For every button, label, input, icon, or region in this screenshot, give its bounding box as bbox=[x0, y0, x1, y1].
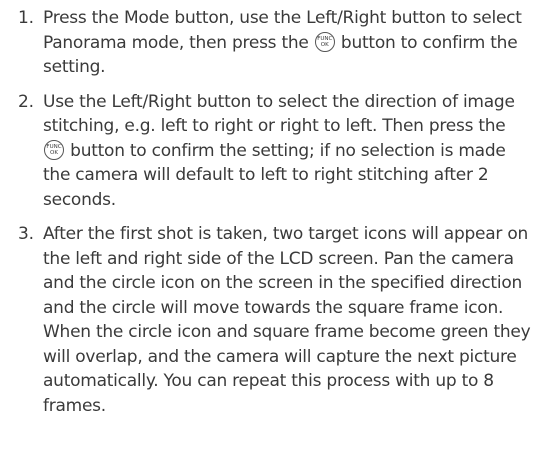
step-1: 1. Press the Mode button, use the Left/R… bbox=[0, 6, 537, 80]
step-number: 1. bbox=[18, 8, 34, 28]
func-label: FUNC bbox=[46, 143, 62, 150]
ok-label: OK bbox=[320, 42, 329, 48]
ok-label: OK bbox=[50, 150, 58, 156]
step-number: 3. bbox=[18, 224, 34, 244]
step-number: 2. bbox=[18, 91, 34, 112]
step-text: button to confirm the setting; if no sel… bbox=[43, 140, 506, 210]
step-2: 2. Use the Left/Right button to select t… bbox=[0, 90, 537, 213]
instruction-list: 1. Press the Mode button, use the Left/R… bbox=[0, 6, 537, 418]
func-label: FUNC bbox=[317, 35, 333, 42]
step-text: Use the Left/Right button to select the … bbox=[43, 91, 515, 137]
step-text: After the first shot is taken, two targe… bbox=[43, 224, 531, 416]
step-3: 3. After the first shot is taken, two ta… bbox=[0, 222, 537, 418]
func-ok-button-icon: FUNC OK bbox=[44, 139, 64, 160]
func-ok-button-icon: FUNC OK bbox=[314, 31, 335, 52]
